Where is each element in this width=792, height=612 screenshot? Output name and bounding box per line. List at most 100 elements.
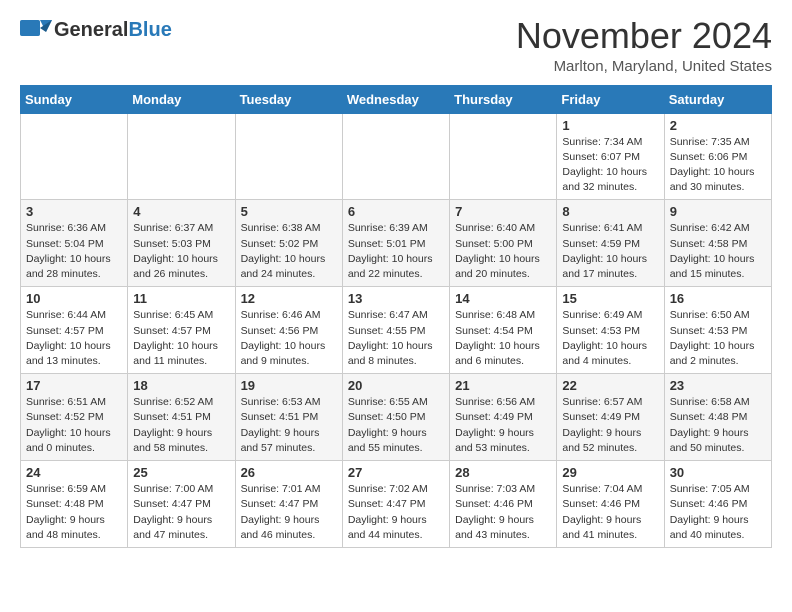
calendar-cell: 6 Sunrise: 6:39 AM Sunset: 5:01 PM Daylig… [342, 200, 449, 287]
calendar-cell [21, 113, 128, 200]
calendar-cell: 27Sunrise: 7:02 AM Sunset: 4:47 PM Dayli… [342, 461, 449, 548]
weekday-header-sunday: Sunday [21, 85, 128, 113]
day-info: Sunrise: 6:57 AM Sunset: 4:49 PM Dayligh… [562, 395, 658, 456]
day-number: 4 [133, 204, 229, 219]
day-number: 25 [133, 465, 229, 480]
day-number: 5 [241, 204, 337, 219]
calendar-cell: 2Sunrise: 7:35 AM Sunset: 6:06 PM Daylig… [664, 113, 771, 200]
day-number: 11 [133, 291, 229, 306]
day-info: Sunrise: 6:36 AM Sunset: 5:04 PM Dayligh… [26, 221, 122, 282]
day-number: 18 [133, 378, 229, 393]
weekday-header-thursday: Thursday [450, 85, 557, 113]
calendar-cell: 17 Sunrise: 6:51 AM Sunset: 4:52 PM Dayli… [21, 374, 128, 461]
calendar-cell: 25Sunrise: 7:00 AM Sunset: 4:47 PM Dayli… [128, 461, 235, 548]
day-number: 15 [562, 291, 658, 306]
logo-icon [20, 16, 52, 44]
day-info: Sunrise: 6:51 AM Sunset: 4:52 PM Dayligh… [26, 395, 122, 456]
calendar-cell: 23Sunrise: 6:58 AM Sunset: 4:48 PM Dayli… [664, 374, 771, 461]
calendar-cell: 26 Sunrise: 7:01 AM Sunset: 4:47 PM Dayli… [235, 461, 342, 548]
calendar-cell: 18Sunrise: 6:52 AM Sunset: 4:51 PM Dayli… [128, 374, 235, 461]
logo: GeneralBlue [20, 16, 172, 44]
day-number: 28 [455, 465, 551, 480]
calendar-week-row: 24Sunrise: 6:59 AM Sunset: 4:48 PM Dayli… [21, 461, 772, 548]
logo-general: General [54, 19, 128, 41]
day-number: 17 [26, 378, 122, 393]
day-info: Sunrise: 6:58 AM Sunset: 4:48 PM Dayligh… [670, 395, 766, 456]
calendar-cell [342, 113, 449, 200]
weekday-header-wednesday: Wednesday [342, 85, 449, 113]
calendar-week-row: 1Sunrise: 7:34 AM Sunset: 6:07 PM Daylig… [21, 113, 772, 200]
calendar-cell: 24Sunrise: 6:59 AM Sunset: 4:48 PM Dayli… [21, 461, 128, 548]
calendar-cell: 5Sunrise: 6:38 AM Sunset: 5:02 PM Daylig… [235, 200, 342, 287]
month-title: November 2024 [516, 16, 772, 56]
title-block: November 2024 Marlton, Maryland, United … [516, 16, 772, 75]
calendar-table: SundayMondayTuesdayWednesdayThursdayFrid… [20, 85, 772, 548]
header: GeneralBlue November 2024 Marlton, Maryl… [20, 16, 772, 75]
logo-blue: Blue [128, 19, 171, 41]
calendar-cell: 12 Sunrise: 6:46 AM Sunset: 4:56 PM Dayli… [235, 287, 342, 374]
day-info: Sunrise: 7:05 AM Sunset: 4:46 PM Dayligh… [670, 482, 766, 543]
day-info: Sunrise: 6:42 AM Sunset: 4:58 PM Dayligh… [670, 221, 766, 282]
day-number: 20 [348, 378, 444, 393]
day-info: Sunrise: 6:45 AM Sunset: 4:57 PM Dayligh… [133, 308, 229, 369]
day-number: 14 [455, 291, 551, 306]
day-info: Sunrise: 7:04 AM Sunset: 4:46 PM Dayligh… [562, 482, 658, 543]
calendar-cell [128, 113, 235, 200]
day-info: Sunrise: 6:55 AM Sunset: 4:50 PM Dayligh… [348, 395, 444, 456]
calendar-cell: 10 Sunrise: 6:44 AM Sunset: 4:57 PM Dayli… [21, 287, 128, 374]
day-number: 22 [562, 378, 658, 393]
weekday-header-tuesday: Tuesday [235, 85, 342, 113]
weekday-header-saturday: Saturday [664, 85, 771, 113]
day-number: 7 [455, 204, 551, 219]
calendar-cell: 7 Sunrise: 6:40 AM Sunset: 5:00 PM Daylig… [450, 200, 557, 287]
day-info: Sunrise: 6:40 AM Sunset: 5:00 PM Dayligh… [455, 221, 551, 282]
day-number: 8 [562, 204, 658, 219]
calendar-cell [235, 113, 342, 200]
calendar-cell: 30Sunrise: 7:05 AM Sunset: 4:46 PM Dayli… [664, 461, 771, 548]
calendar-cell: 14 Sunrise: 6:48 AM Sunset: 4:54 PM Dayli… [450, 287, 557, 374]
weekday-header-friday: Friday [557, 85, 664, 113]
day-info: Sunrise: 6:49 AM Sunset: 4:53 PM Dayligh… [562, 308, 658, 369]
page: GeneralBlue November 2024 Marlton, Maryl… [0, 0, 792, 564]
day-number: 19 [241, 378, 337, 393]
calendar-cell: 19 Sunrise: 6:53 AM Sunset: 4:51 PM Dayli… [235, 374, 342, 461]
day-info: Sunrise: 6:44 AM Sunset: 4:57 PM Dayligh… [26, 308, 122, 369]
calendar-week-row: 3Sunrise: 6:36 AM Sunset: 5:04 PM Daylig… [21, 200, 772, 287]
calendar-cell: 11 Sunrise: 6:45 AM Sunset: 4:57 PM Dayli… [128, 287, 235, 374]
day-number: 2 [670, 118, 766, 133]
day-info: Sunrise: 6:39 AM Sunset: 5:01 PM Dayligh… [348, 221, 444, 282]
day-number: 16 [670, 291, 766, 306]
calendar-cell: 8 Sunrise: 6:41 AM Sunset: 4:59 PM Daylig… [557, 200, 664, 287]
day-info: Sunrise: 6:53 AM Sunset: 4:51 PM Dayligh… [241, 395, 337, 456]
day-info: Sunrise: 6:46 AM Sunset: 4:56 PM Dayligh… [241, 308, 337, 369]
day-number: 24 [26, 465, 122, 480]
calendar-cell: 16 Sunrise: 6:50 AM Sunset: 4:53 PM Dayli… [664, 287, 771, 374]
day-number: 12 [241, 291, 337, 306]
weekday-header-row: SundayMondayTuesdayWednesdayThursdayFrid… [21, 85, 772, 113]
day-number: 13 [348, 291, 444, 306]
day-info: Sunrise: 6:48 AM Sunset: 4:54 PM Dayligh… [455, 308, 551, 369]
calendar-week-row: 10 Sunrise: 6:44 AM Sunset: 4:57 PM Dayli… [21, 287, 772, 374]
weekday-header-monday: Monday [128, 85, 235, 113]
day-number: 26 [241, 465, 337, 480]
calendar-cell: 1Sunrise: 7:34 AM Sunset: 6:07 PM Daylig… [557, 113, 664, 200]
day-number: 10 [26, 291, 122, 306]
day-info: Sunrise: 6:41 AM Sunset: 4:59 PM Dayligh… [562, 221, 658, 282]
calendar-cell: 29 Sunrise: 7:04 AM Sunset: 4:46 PM Dayli… [557, 461, 664, 548]
calendar-cell: 3Sunrise: 6:36 AM Sunset: 5:04 PM Daylig… [21, 200, 128, 287]
day-info: Sunrise: 7:03 AM Sunset: 4:46 PM Dayligh… [455, 482, 551, 543]
day-number: 29 [562, 465, 658, 480]
calendar-cell: 13 Sunrise: 6:47 AM Sunset: 4:55 PM Dayli… [342, 287, 449, 374]
location: Marlton, Maryland, United States [516, 58, 772, 75]
day-info: Sunrise: 7:34 AM Sunset: 6:07 PM Dayligh… [562, 135, 658, 196]
day-number: 21 [455, 378, 551, 393]
day-info: Sunrise: 6:50 AM Sunset: 4:53 PM Dayligh… [670, 308, 766, 369]
day-info: Sunrise: 6:56 AM Sunset: 4:49 PM Dayligh… [455, 395, 551, 456]
day-info: Sunrise: 7:01 AM Sunset: 4:47 PM Dayligh… [241, 482, 337, 543]
day-number: 6 [348, 204, 444, 219]
calendar-cell: 15 Sunrise: 6:49 AM Sunset: 4:53 PM Dayli… [557, 287, 664, 374]
calendar-cell: 22 Sunrise: 6:57 AM Sunset: 4:49 PM Dayli… [557, 374, 664, 461]
calendar-cell: 21 Sunrise: 6:56 AM Sunset: 4:49 PM Dayli… [450, 374, 557, 461]
day-info: Sunrise: 6:47 AM Sunset: 4:55 PM Dayligh… [348, 308, 444, 369]
calendar-cell: 9Sunrise: 6:42 AM Sunset: 4:58 PM Daylig… [664, 200, 771, 287]
